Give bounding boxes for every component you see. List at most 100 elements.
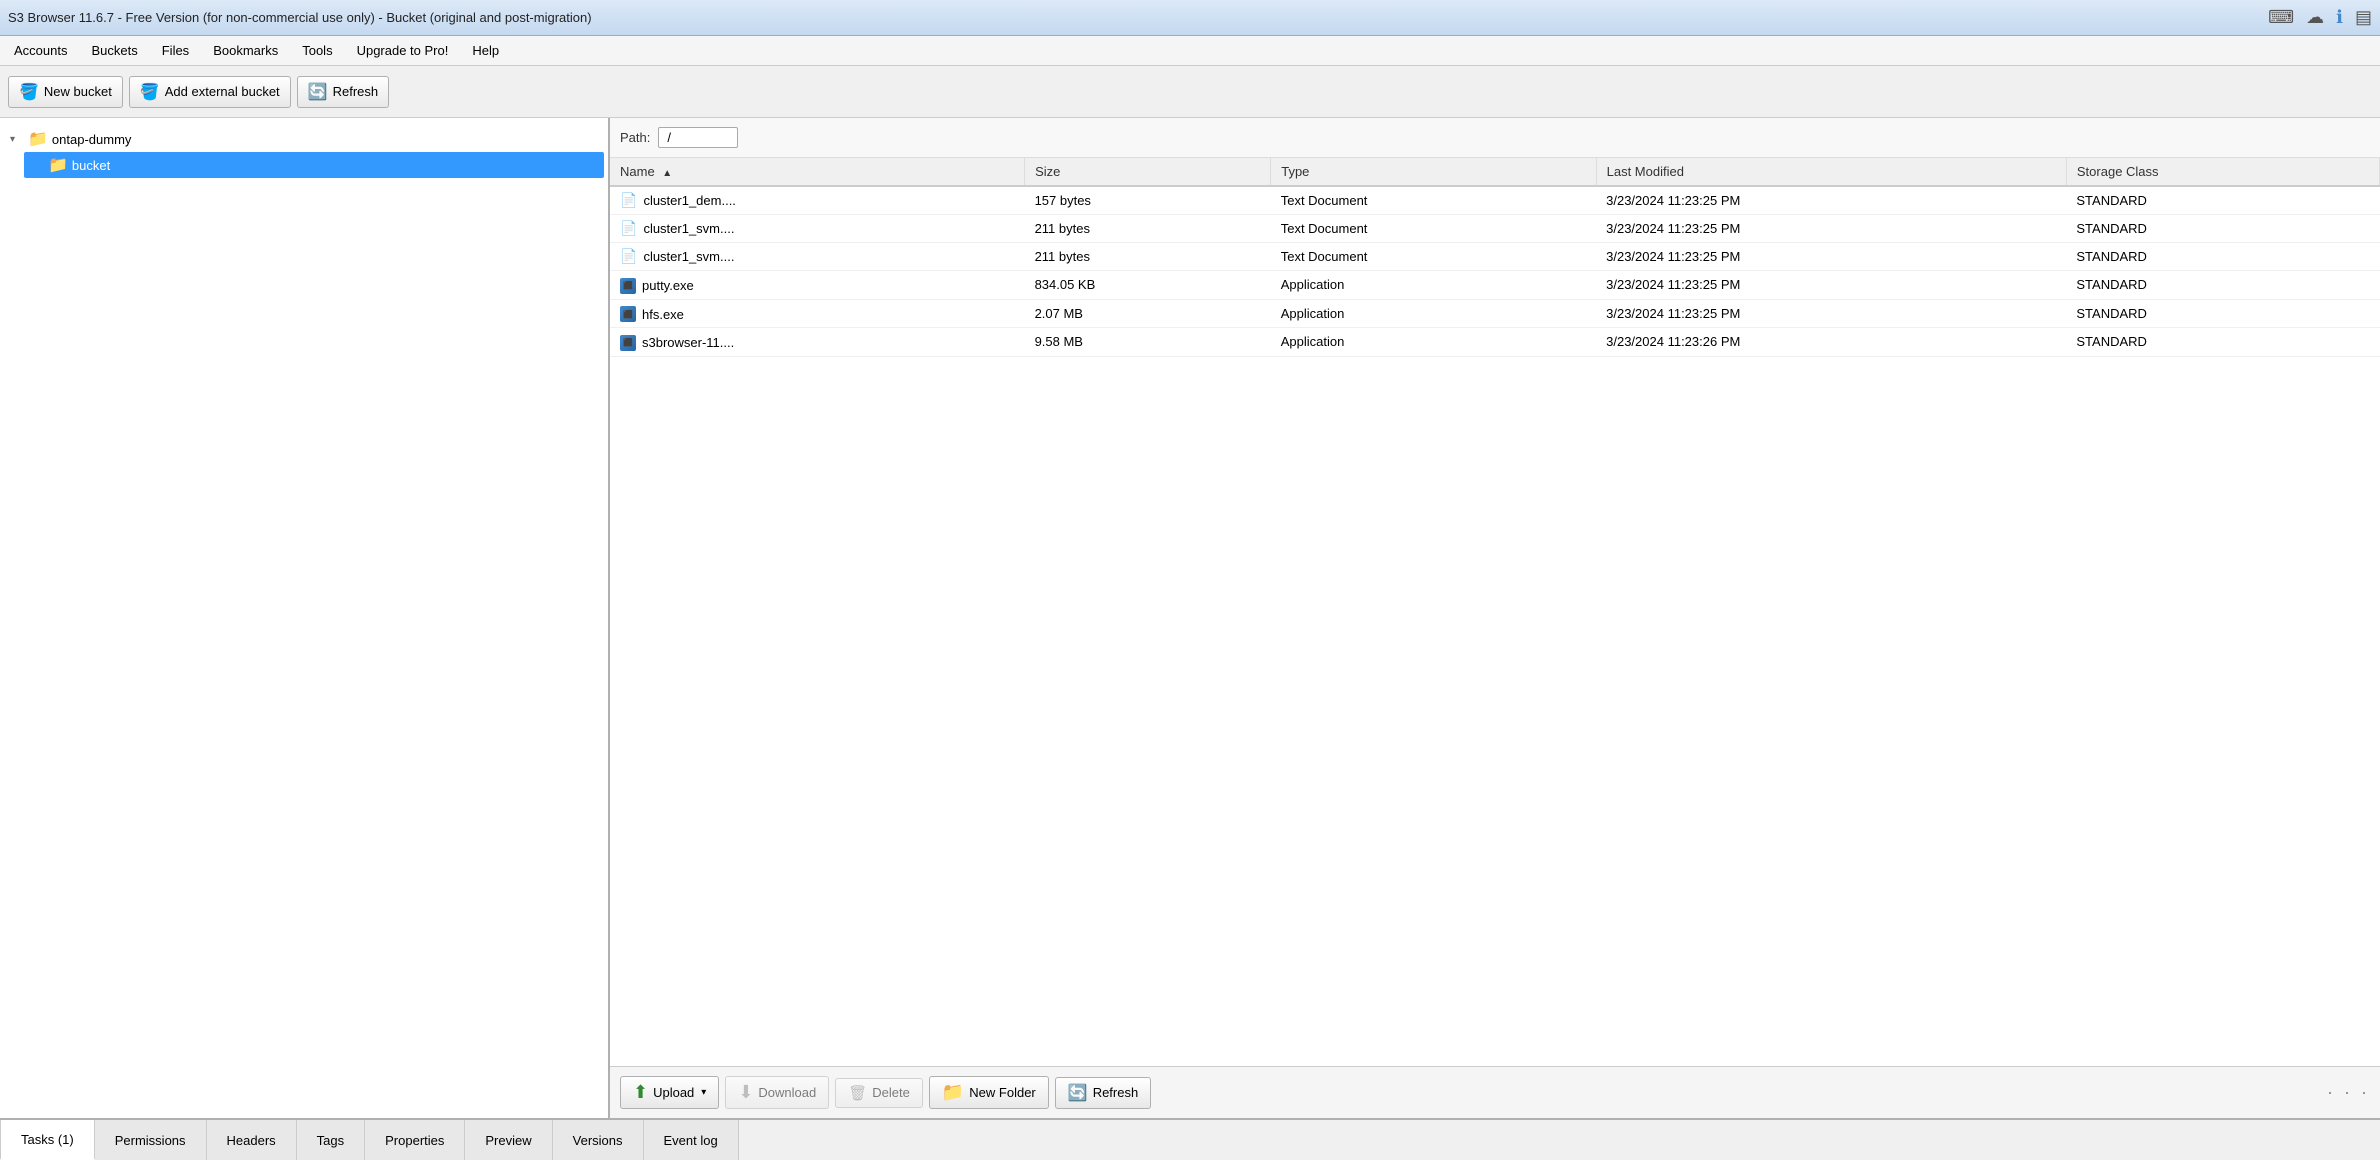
tab-tags[interactable]: Tags (297, 1120, 365, 1160)
menu-files[interactable]: Files (152, 39, 199, 62)
file-name-cell: ⬛ putty.exe (610, 271, 1025, 300)
upload-icon: ⬆ (633, 1082, 648, 1103)
left-panel-tree: ▾ 📁 ontap-dummy 📁 bucket (0, 118, 610, 1118)
col-header-type[interactable]: Type (1271, 158, 1596, 186)
status-tabs: Tasks (1) Permissions Headers Tags Prope… (0, 1118, 2380, 1160)
info-icon[interactable]: ℹ (2336, 7, 2343, 28)
download-icon: ⬇ (738, 1082, 753, 1103)
file-date-cell: 3/23/2024 11:23:25 PM (1596, 299, 2066, 328)
tab-properties[interactable]: Properties (365, 1120, 465, 1160)
download-button[interactable]: ⬇ Download (725, 1076, 829, 1109)
tree-label-root: ontap-dummy (52, 132, 131, 147)
col-header-name[interactable]: Name ▲ (610, 158, 1025, 186)
doc-icon: 📄 (620, 192, 637, 209)
tree-toggle-root[interactable]: ▾ (10, 134, 24, 145)
file-name-cell: 📄 cluster1_dem.... (610, 186, 1025, 215)
menu-help[interactable]: Help (462, 39, 509, 62)
chart-icon[interactable]: ▤ (2355, 7, 2372, 28)
table-row[interactable]: 📄 cluster1_dem....157 bytesText Document… (610, 186, 2380, 215)
file-size-cell: 211 bytes (1025, 243, 1271, 271)
file-type-cell: Text Document (1271, 215, 1596, 243)
tab-event-log[interactable]: Event log (644, 1120, 739, 1160)
doc-icon: 📄 (620, 248, 637, 265)
keyboard-icon[interactable]: ⌨ (2268, 7, 2294, 28)
delete-button[interactable]: 🗑 Delete (835, 1078, 923, 1108)
doc-icon: 📄 (620, 220, 637, 237)
new-bucket-button[interactable]: 🪣 New bucket (8, 76, 123, 108)
cloud-icon[interactable]: ☁ (2306, 7, 2324, 28)
app-icon: ⬛ (620, 278, 636, 294)
tree-item-root[interactable]: ▾ 📁 ontap-dummy (4, 126, 604, 152)
download-label: Download (758, 1085, 816, 1100)
file-date-cell: 3/23/2024 11:23:25 PM (1596, 271, 2066, 300)
delete-icon: 🗑 (848, 1084, 867, 1102)
file-size-cell: 834.05 KB (1025, 271, 1271, 300)
table-row[interactable]: ⬛ s3browser-11....9.58 MBApplication3/23… (610, 328, 2380, 357)
add-external-icon: 🪣 (140, 82, 160, 102)
tree-children: 📁 bucket (24, 152, 604, 178)
path-bar: Path: (610, 118, 2380, 158)
col-header-size[interactable]: Size (1025, 158, 1271, 186)
tree-item-bucket[interactable]: 📁 bucket (24, 152, 604, 178)
table-row[interactable]: ⬛ hfs.exe2.07 MBApplication3/23/2024 11:… (610, 299, 2380, 328)
menu-buckets[interactable]: Buckets (81, 39, 147, 62)
tab-versions[interactable]: Versions (553, 1120, 644, 1160)
tab-tasks[interactable]: Tasks (1) (0, 1120, 95, 1160)
file-date-cell: 3/23/2024 11:23:25 PM (1596, 243, 2066, 271)
add-external-label: Add external bucket (165, 84, 280, 99)
refresh-button[interactable]: 🔄 Refresh (297, 76, 389, 108)
file-type-cell: Text Document (1271, 186, 1596, 215)
title-bar: S3 Browser 11.6.7 - Free Version (for no… (0, 0, 2380, 36)
table-row[interactable]: ⬛ putty.exe834.05 KBApplication3/23/2024… (610, 271, 2380, 300)
file-name-cell: 📄 cluster1_svm.... (610, 215, 1025, 243)
menu-accounts[interactable]: Accounts (4, 39, 77, 62)
bottom-refresh-icon: 🔄 (1068, 1083, 1088, 1103)
file-table: Name ▲ Size Type Last Modified Storage C… (610, 158, 2380, 357)
tab-preview[interactable]: Preview (465, 1120, 552, 1160)
title-icons: ⌨ ☁ ℹ ▤ (2268, 7, 2372, 28)
folder-icon-root: 📁 (28, 129, 48, 149)
add-external-bucket-button[interactable]: 🪣 Add external bucket (129, 76, 291, 108)
upload-dropdown-arrow[interactable]: ▾ (701, 1087, 706, 1098)
app-icon: ⬛ (620, 335, 636, 351)
table-row[interactable]: 📄 cluster1_svm....211 bytesText Document… (610, 243, 2380, 271)
menu-upgrade[interactable]: Upgrade to Pro! (347, 39, 459, 62)
file-size-cell: 211 bytes (1025, 215, 1271, 243)
file-storage-class-cell: STANDARD (2066, 243, 2379, 271)
main-toolbar: 🪣 New bucket 🪣 Add external bucket 🔄 Ref… (0, 66, 2380, 118)
path-input[interactable] (658, 127, 738, 148)
new-bucket-label: New bucket (44, 84, 112, 99)
more-options-dots[interactable]: · · · (2327, 1082, 2370, 1103)
tree-label-bucket: bucket (72, 158, 110, 173)
app-title: S3 Browser 11.6.7 - Free Version (for no… (8, 10, 592, 25)
tab-headers[interactable]: Headers (207, 1120, 297, 1160)
file-name-cell: ⬛ s3browser-11.... (610, 328, 1025, 357)
file-list-container: Name ▲ Size Type Last Modified Storage C… (610, 158, 2380, 1066)
tab-permissions[interactable]: Permissions (95, 1120, 207, 1160)
col-header-storage-class[interactable]: Storage Class (2066, 158, 2379, 186)
sort-arrow-name: ▲ (662, 168, 672, 179)
path-label: Path: (620, 130, 650, 145)
new-folder-label: New Folder (969, 1085, 1035, 1100)
new-folder-button[interactable]: 📁 New Folder (929, 1076, 1049, 1109)
table-row[interactable]: 📄 cluster1_svm....211 bytesText Document… (610, 215, 2380, 243)
file-storage-class-cell: STANDARD (2066, 299, 2379, 328)
file-storage-class-cell: STANDARD (2066, 215, 2379, 243)
new-bucket-icon: 🪣 (19, 82, 39, 102)
menu-bookmarks[interactable]: Bookmarks (203, 39, 288, 62)
file-type-cell: Application (1271, 328, 1596, 357)
upload-button[interactable]: ⬆ Upload ▾ (620, 1076, 719, 1109)
bottom-refresh-button[interactable]: 🔄 Refresh (1055, 1077, 1151, 1109)
file-name-cell: 📄 cluster1_svm.... (610, 243, 1025, 271)
menu-tools[interactable]: Tools (292, 39, 342, 62)
file-type-cell: Application (1271, 271, 1596, 300)
delete-label: Delete (872, 1085, 910, 1100)
file-storage-class-cell: STANDARD (2066, 271, 2379, 300)
upload-label: Upload (653, 1085, 694, 1100)
app-icon: ⬛ (620, 306, 636, 322)
table-header-row: Name ▲ Size Type Last Modified Storage C… (610, 158, 2380, 186)
file-storage-class-cell: STANDARD (2066, 186, 2379, 215)
new-folder-icon: 📁 (942, 1082, 964, 1103)
col-header-last-modified[interactable]: Last Modified (1596, 158, 2066, 186)
menu-bar: Accounts Buckets Files Bookmarks Tools U… (0, 36, 2380, 66)
